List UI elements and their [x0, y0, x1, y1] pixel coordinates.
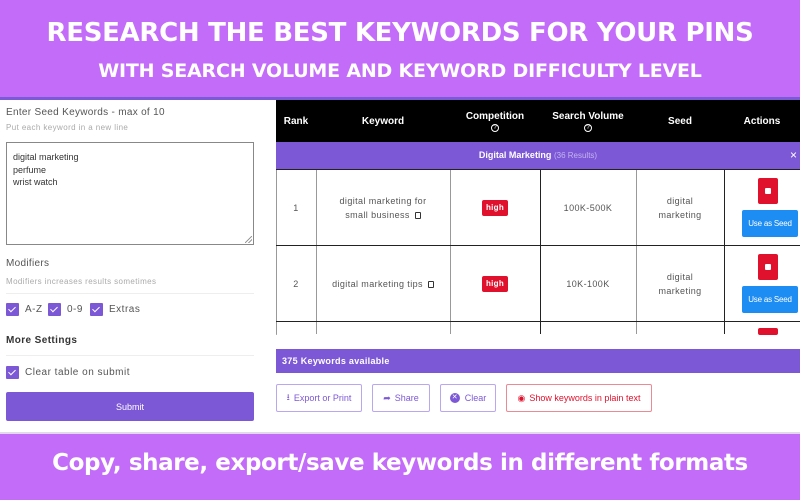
eye-icon: ◉: [517, 392, 526, 403]
competition-cell: high: [450, 246, 540, 321]
modifier-a-z-checkbox[interactable]: A-Z: [6, 303, 43, 316]
top-banner: RESEARCH THE BEST KEYWORDS FOR YOUR PINS…: [0, 0, 800, 97]
show-plain-text-button[interactable]: ◉ Show keywords in plain text: [506, 384, 652, 412]
volume-cell: 10K-100K: [566, 278, 610, 289]
delete-button[interactable]: [758, 254, 778, 280]
resize-handle[interactable]: [245, 236, 252, 243]
table-row: 1 digital marketing for small business hi…: [276, 169, 800, 245]
header-competition[interactable]: Competition ?: [450, 100, 540, 142]
modifiers-label: Modifiers: [6, 258, 50, 269]
seed-form: Enter Seed Keywords - max of 10 Put each…: [0, 100, 262, 433]
checkbox-label: 0-9: [67, 304, 83, 315]
banner-title: RESEARCH THE BEST KEYWORDS FOR YOUR PINS: [46, 18, 754, 48]
checkbox-checked-icon[interactable]: [6, 303, 19, 316]
seed-line: wrist watch: [13, 177, 58, 187]
keywords-available-bar: 375 Keywords available: [276, 349, 800, 373]
modifier-0-9-checkbox[interactable]: 0-9: [48, 303, 83, 316]
header-search-volume[interactable]: Search Volume ?: [540, 100, 636, 142]
checkbox-checked-icon[interactable]: [90, 303, 103, 316]
results-panel: Rank Keyword Competition ? Search Volume…: [276, 100, 800, 433]
seed-hint: Put each keyword in a new line: [6, 123, 129, 132]
seed-cell: digital marketing: [658, 271, 702, 296]
copy-icon[interactable]: [414, 211, 421, 219]
group-count: (36 Results): [553, 151, 598, 160]
divider: [6, 355, 254, 356]
checkbox-label: A-Z: [25, 304, 43, 315]
seed-line: digital marketing: [13, 152, 79, 162]
share-button[interactable]: ➦ Share: [372, 384, 430, 412]
checkbox-label: Extras: [109, 304, 141, 315]
keyword-cell: digital marketing for small business: [339, 195, 427, 220]
volume-cell: 100K-500K: [563, 202, 613, 213]
help-icon[interactable]: ?: [584, 123, 592, 132]
seed-keywords-textarea[interactable]: digital marketing perfume wrist watch: [6, 142, 254, 245]
keyword-cell: digital marketing tips: [316, 246, 450, 321]
use-as-seed-button[interactable]: Use as Seed: [742, 210, 798, 237]
header-keyword[interactable]: Keyword: [316, 100, 450, 142]
table-row-partial: [276, 321, 800, 344]
competition-cell: high: [450, 170, 540, 245]
seed-label: Enter Seed Keywords - max of 10: [6, 107, 165, 118]
checkbox-checked-icon[interactable]: [6, 366, 19, 379]
header-rank[interactable]: Rank: [276, 100, 316, 142]
export-print-button[interactable]: ⭳ Export or Print: [276, 384, 362, 412]
competition-badge: high: [481, 275, 509, 292]
table-header: Rank Keyword Competition ? Search Volume…: [276, 100, 800, 142]
close-icon[interactable]: ×: [790, 142, 797, 169]
clear-icon: ✕: [449, 393, 460, 403]
header-seed[interactable]: Seed: [636, 100, 724, 142]
clear-table-checkbox[interactable]: Clear table on submit: [6, 366, 130, 379]
submit-button[interactable]: Submit: [6, 392, 254, 421]
banner-subtitle: WITH SEARCH VOLUME AND KEYWORD DIFFICULT…: [98, 60, 702, 82]
use-as-seed-button[interactable]: Use as Seed: [742, 286, 798, 313]
modifier-extras-checkbox[interactable]: Extras: [90, 303, 140, 316]
group-name: Digital Marketing: [478, 150, 552, 160]
delete-button[interactable]: [758, 178, 778, 204]
help-icon[interactable]: ?: [491, 123, 499, 132]
bottom-banner: Copy, share, export/save keywords in dif…: [0, 434, 800, 500]
modifiers-hint: Modifiers increases results sometimes: [6, 277, 157, 286]
table-row: 2 digital marketing tips high 10K-100K d…: [276, 245, 800, 321]
seed-cell: digital marketing: [658, 195, 702, 220]
copy-icon[interactable]: [427, 280, 434, 288]
keyword-tool: Enter Seed Keywords - max of 10 Put each…: [0, 100, 800, 433]
delete-button[interactable]: [758, 328, 778, 344]
rank-cell: 1: [293, 202, 299, 213]
share-icon: ➦: [383, 392, 391, 403]
checkbox-checked-icon[interactable]: [48, 303, 61, 316]
header-actions: Actions: [743, 115, 781, 127]
clear-button[interactable]: ✕ Clear: [440, 384, 496, 412]
seed-line: perfume: [13, 164, 47, 175]
competition-badge: high: [481, 199, 509, 216]
rank-cell: 2: [293, 278, 299, 289]
checkbox-label: Clear table on submit: [25, 367, 130, 378]
banner-footer-text: Copy, share, export/save keywords in dif…: [52, 450, 748, 476]
more-settings-heading: More Settings: [6, 335, 78, 346]
download-icon: ⭳: [286, 392, 290, 402]
divider: [6, 293, 254, 294]
group-header: Digital Marketing (36 Results) ×: [276, 142, 800, 169]
